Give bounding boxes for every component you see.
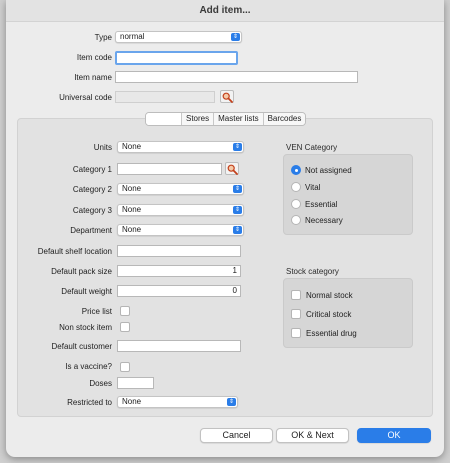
critical-stock-checkbox[interactable] xyxy=(291,309,301,319)
type-label: Type xyxy=(94,33,112,42)
cancel-button[interactable]: Cancel xyxy=(200,428,273,443)
essential-drug-checkbox[interactable] xyxy=(291,328,301,338)
up-down-arrows-icon: ⇕ xyxy=(233,226,242,234)
department-select-value: None xyxy=(122,225,142,234)
up-down-arrows-icon: ⇕ xyxy=(233,206,242,214)
tab-general[interactable] xyxy=(146,113,182,125)
stock-option-label: Essential drug xyxy=(306,329,357,338)
price-list-checkbox[interactable] xyxy=(120,306,130,316)
ok-button[interactable]: OK xyxy=(357,428,431,443)
category2-label: Category 2 xyxy=(72,185,112,194)
department-label: Department xyxy=(70,226,112,235)
stock-category-title: Stock category xyxy=(286,267,339,276)
category1-input[interactable] xyxy=(117,163,222,175)
magnifier-icon xyxy=(222,92,233,103)
ven-option-label: Not assigned xyxy=(305,166,352,175)
ven-radio-vital[interactable] xyxy=(291,182,301,192)
stock-option-label: Critical stock xyxy=(306,310,352,319)
normal-stock-checkbox[interactable] xyxy=(291,290,301,300)
up-down-arrows-icon: ⇕ xyxy=(231,33,240,41)
type-select-value: normal xyxy=(120,32,145,41)
department-select[interactable]: None ⇕ xyxy=(117,224,244,236)
ven-category-title: VEN Category xyxy=(286,143,338,152)
item-name-input[interactable] xyxy=(115,71,358,83)
ven-radio-not-assigned[interactable] xyxy=(291,165,301,175)
add-item-dialog: Add item... Type normal ⇕ Item code Item… xyxy=(6,0,444,457)
ven-option-label: Essential xyxy=(305,200,338,209)
default-customer-label: Default customer xyxy=(51,342,112,351)
stock-option-label: Normal stock xyxy=(306,291,353,300)
universal-code-lookup-button[interactable] xyxy=(220,90,234,103)
tab-master-lists[interactable]: Master lists xyxy=(214,113,264,125)
vaccine-label: Is a vaccine? xyxy=(65,362,112,371)
ven-radio-necessary[interactable] xyxy=(291,215,301,225)
type-select[interactable]: normal ⇕ xyxy=(115,31,242,43)
tab-barcodes[interactable]: Barcodes xyxy=(263,113,306,125)
category3-select[interactable]: None ⇕ xyxy=(117,204,244,216)
ven-radio-essential[interactable] xyxy=(291,199,301,209)
vaccine-checkbox[interactable] xyxy=(120,362,130,372)
ven-option-label: Vital xyxy=(305,183,321,192)
ven-option-label: Necessary xyxy=(305,216,343,225)
tab-stores[interactable]: Stores xyxy=(182,113,215,125)
tab-bar: Stores Master lists Barcodes xyxy=(145,112,307,126)
doses-input[interactable] xyxy=(117,377,154,389)
category2-select-value: None xyxy=(122,184,142,193)
category2-select[interactable]: None ⇕ xyxy=(117,183,244,195)
up-down-arrows-icon: ⇕ xyxy=(233,143,242,151)
weight-label: Default weight xyxy=(61,287,112,296)
units-select[interactable]: None ⇕ xyxy=(117,141,244,153)
item-name-label: Item name xyxy=(74,73,112,82)
category1-label: Category 1 xyxy=(72,165,112,174)
item-code-input[interactable] xyxy=(115,51,238,65)
item-code-label: Item code xyxy=(76,53,112,62)
shelf-location-label: Default shelf location xyxy=(37,247,112,256)
up-down-arrows-icon: ⇕ xyxy=(227,398,236,406)
category3-label: Category 3 xyxy=(72,206,112,215)
units-label: Units xyxy=(93,143,112,152)
pack-size-input[interactable]: 1 xyxy=(117,265,241,277)
non-stock-checkbox[interactable] xyxy=(120,322,130,332)
price-list-label: Price list xyxy=(81,307,112,316)
restricted-to-select[interactable]: None ⇕ xyxy=(117,396,238,408)
non-stock-label: Non stock item xyxy=(59,323,112,332)
default-customer-input[interactable] xyxy=(117,340,241,352)
ok-next-button[interactable]: OK & Next xyxy=(276,428,349,443)
units-select-value: None xyxy=(122,142,142,151)
pack-size-label: Default pack size xyxy=(51,267,112,276)
up-down-arrows-icon: ⇕ xyxy=(233,185,242,193)
universal-code-input xyxy=(115,91,215,103)
shelf-location-input[interactable] xyxy=(117,245,241,257)
restricted-to-select-value: None xyxy=(122,397,142,406)
category3-select-value: None xyxy=(122,205,142,214)
doses-label: Doses xyxy=(89,379,112,388)
window-title: Add item... xyxy=(6,0,444,22)
universal-code-label: Universal code xyxy=(59,93,112,102)
category1-lookup-button[interactable] xyxy=(225,162,239,175)
weight-input[interactable]: 0 xyxy=(117,285,241,297)
magnifier-icon xyxy=(227,164,238,175)
restricted-to-label: Restricted to xyxy=(67,398,112,407)
